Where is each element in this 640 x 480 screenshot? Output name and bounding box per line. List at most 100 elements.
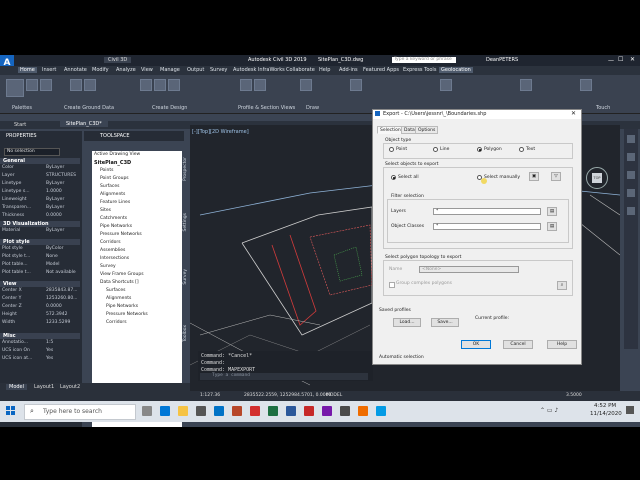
- windows-start-icon[interactable]: [6, 406, 16, 416]
- property-value[interactable]: ByLayer: [46, 165, 64, 170]
- property-value[interactable]: STRUCTURES: [46, 173, 76, 178]
- tool-icon[interactable]: [168, 79, 180, 91]
- side-tab[interactable]: Survey: [183, 269, 188, 285]
- property-value[interactable]: ByLayer: [46, 205, 64, 210]
- tree-item[interactable]: Data Shortcuts []: [100, 280, 139, 285]
- property-value[interactable]: ByLayer: [46, 181, 64, 186]
- property-value[interactable]: 1:5: [46, 340, 53, 345]
- pan-icon[interactable]: [627, 153, 635, 161]
- file-explorer-icon[interactable]: [178, 406, 188, 416]
- app-icon[interactable]: [376, 406, 386, 416]
- tree-item[interactable]: Alignments: [100, 192, 125, 197]
- showmotion-icon[interactable]: [627, 207, 635, 215]
- radio-polygon[interactable]: [477, 147, 482, 152]
- tree-item[interactable]: View Frame Groups: [100, 272, 144, 277]
- property-value[interactable]: 1253260.80...: [46, 296, 78, 301]
- tree-item[interactable]: Pressure Networks: [106, 312, 148, 317]
- task-view-icon[interactable]: [142, 406, 152, 416]
- search-input[interactable]: Type a keyword or phrase: [392, 57, 456, 63]
- tree-item[interactable]: Point Groups: [100, 176, 129, 181]
- clock-date[interactable]: 11/14/2020: [590, 411, 622, 417]
- layout-tab-layout1[interactable]: Layout1: [34, 384, 54, 390]
- active-drawing-view[interactable]: Active Drawing View: [94, 152, 140, 157]
- dialog-close-icon[interactable]: ✕: [571, 110, 576, 117]
- annotation-scale[interactable]: 1:127.36: [200, 393, 220, 398]
- section-general[interactable]: General: [0, 158, 80, 164]
- section-plot-style[interactable]: Plot style: [0, 239, 80, 245]
- side-tab[interactable]: Prospector: [183, 157, 188, 181]
- group-create-design[interactable]: Create Design: [152, 105, 187, 111]
- group-palettes[interactable]: Palettes: [12, 105, 32, 111]
- tool-icon[interactable]: [580, 79, 592, 91]
- group-profile-section[interactable]: Profile & Section Views: [238, 105, 295, 111]
- tree-item[interactable]: Pipe Networks: [106, 304, 138, 309]
- tree-item[interactable]: Sites: [100, 208, 111, 213]
- zoom-value[interactable]: 3.5000: [566, 393, 582, 398]
- group-complex-checkbox[interactable]: [389, 282, 395, 288]
- tool-icon[interactable]: [154, 79, 166, 91]
- tool-icon[interactable]: [26, 79, 38, 91]
- tool-icon[interactable]: [84, 79, 96, 91]
- tool-icon[interactable]: [240, 79, 252, 91]
- word-icon[interactable]: [286, 406, 296, 416]
- property-value[interactable]: ByLayer: [46, 228, 64, 233]
- tree-item[interactable]: Corridors: [106, 320, 127, 325]
- tab-express-tools[interactable]: Express Tools: [403, 67, 436, 73]
- viewcube[interactable]: TOP: [586, 167, 608, 189]
- model-space-toggle[interactable]: MODEL: [326, 393, 342, 398]
- orbit-icon[interactable]: [627, 189, 635, 197]
- tree-item[interactable]: Survey: [100, 264, 116, 269]
- maximize-icon[interactable]: ☐: [618, 56, 623, 63]
- object-classes-field[interactable]: *: [433, 223, 541, 230]
- property-value[interactable]: ByColor: [46, 246, 64, 251]
- tab-collaborate[interactable]: Collaborate: [286, 67, 315, 73]
- save-button[interactable]: Save...: [431, 318, 459, 327]
- tab-manage[interactable]: Manage: [160, 67, 180, 73]
- onenote-icon[interactable]: [322, 406, 332, 416]
- tree-item[interactable]: Surfaces: [100, 184, 120, 189]
- property-value[interactable]: Yes: [46, 348, 53, 353]
- tree-item[interactable]: Surfaces: [106, 288, 126, 293]
- user-account[interactable]: DeanPETERS: [486, 57, 518, 63]
- tab-modify[interactable]: Modify: [92, 67, 109, 73]
- workspace-selector[interactable]: Civil 3D: [104, 57, 132, 63]
- layers-browse-icon[interactable]: ▤: [547, 207, 557, 216]
- property-value[interactable]: 0.0000: [46, 213, 62, 218]
- layout-tab-layout2[interactable]: Layout2: [60, 384, 80, 390]
- steering-wheel-icon[interactable]: [627, 135, 635, 143]
- tree-item[interactable]: Pipe Networks: [100, 224, 132, 229]
- layers-field[interactable]: *: [433, 208, 541, 215]
- system-tray-icons[interactable]: ⌃ ▭ ♪: [540, 407, 558, 414]
- selection-dropdown[interactable]: No selection: [4, 148, 60, 156]
- tab-addins[interactable]: Add-ins: [339, 67, 358, 73]
- tool-icon[interactable]: [300, 79, 312, 91]
- property-value[interactable]: 572.3942: [46, 312, 67, 317]
- tab-featured-apps[interactable]: Featured Apps: [363, 67, 399, 73]
- ok-button[interactable]: OK: [461, 340, 491, 349]
- property-value[interactable]: 0.0000: [46, 304, 62, 309]
- autocad-taskbar-icon[interactable]: [304, 406, 314, 416]
- tab-output[interactable]: Output: [187, 67, 204, 73]
- viewcube-top[interactable]: TOP: [592, 173, 602, 183]
- help-button[interactable]: Help: [547, 340, 577, 349]
- close-icon[interactable]: ✕: [630, 56, 635, 63]
- tool-icon[interactable]: [6, 79, 24, 97]
- tab-home[interactable]: Home: [18, 67, 37, 73]
- group-touch[interactable]: Touch: [596, 105, 610, 111]
- classes-browse-icon[interactable]: ▤: [547, 222, 557, 231]
- tab-insert[interactable]: Insert: [42, 67, 56, 73]
- excel-icon[interactable]: [268, 406, 278, 416]
- property-value[interactable]: Model: [46, 262, 60, 267]
- tool-icon[interactable]: [70, 79, 82, 91]
- tab-view[interactable]: View: [141, 67, 153, 73]
- tree-item[interactable]: Assemblies: [100, 248, 125, 253]
- tree-item[interactable]: Alignments: [106, 296, 131, 301]
- mail-icon[interactable]: [214, 406, 224, 416]
- tab-selection[interactable]: Selection: [377, 126, 404, 134]
- tree-item[interactable]: Feature Lines: [100, 200, 130, 205]
- tree-item[interactable]: Points: [100, 168, 114, 173]
- radio-text[interactable]: [519, 147, 524, 152]
- notification-icon[interactable]: [626, 406, 634, 414]
- powerpoint-icon[interactable]: [232, 406, 242, 416]
- group-create-ground[interactable]: Create Ground Data: [64, 105, 114, 111]
